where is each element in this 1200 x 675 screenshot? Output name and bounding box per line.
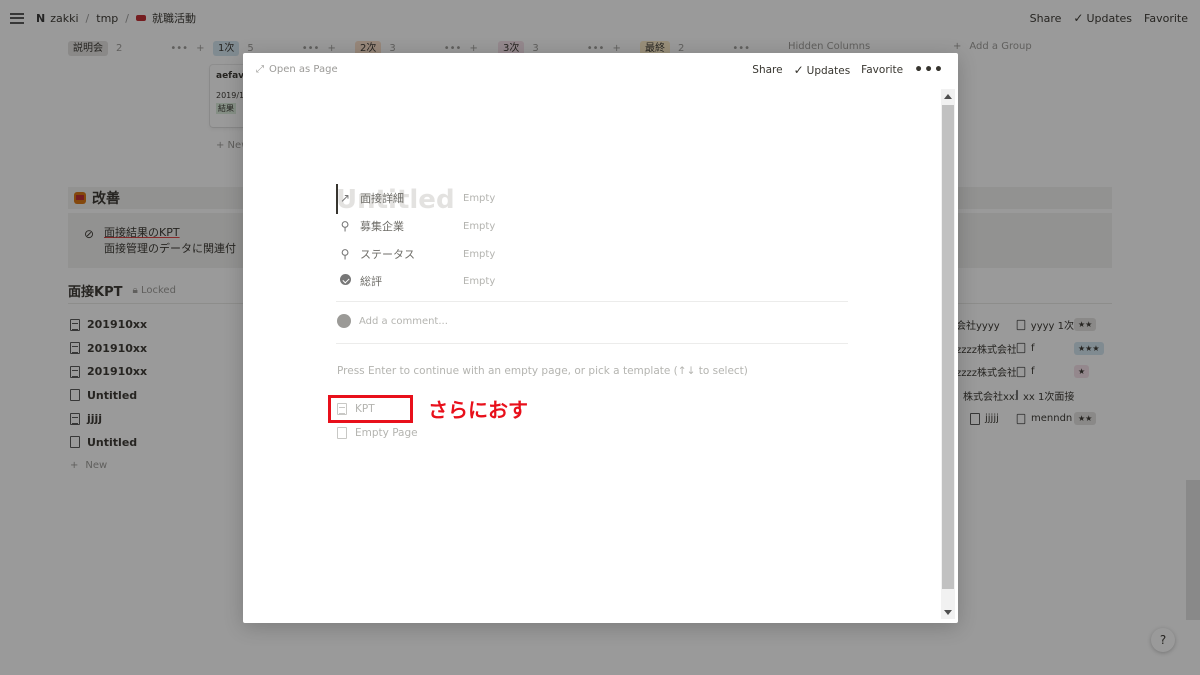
document-icon — [337, 427, 347, 439]
page-peek-modal: ⤢ Open as Page Share ✓ Updates Favorite •… — [243, 53, 958, 623]
page-scrollbar[interactable] — [1186, 480, 1200, 620]
scroll-down-icon[interactable] — [944, 610, 952, 615]
highlight-box — [328, 395, 413, 423]
modal-scrollbar-thumb[interactable] — [942, 105, 954, 589]
favorite-button[interactable]: Favorite — [861, 64, 903, 76]
property-value[interactable]: Empty — [463, 193, 495, 204]
modal-header: ⤢ Open as Page Share ✓ Updates Favorite •… — [243, 53, 958, 87]
updates-label: Updates — [806, 65, 851, 77]
modal-actions: Share ✓ Updates Favorite ••• — [752, 63, 944, 77]
arrow-icon: ↗ — [339, 191, 351, 205]
property-row[interactable]: 総評 Empty — [339, 271, 539, 291]
property-name: 総評 — [360, 275, 382, 288]
template-label: Empty Page — [355, 427, 418, 439]
property-name: ステータス — [360, 248, 415, 261]
property-name: 募集企業 — [360, 220, 404, 233]
expand-icon: ⤢ — [256, 64, 264, 75]
search-icon: ⚲ — [340, 247, 350, 261]
template-empty-page[interactable]: Empty Page — [337, 423, 418, 443]
updates-button[interactable]: ✓ Updates — [794, 63, 851, 77]
property-value[interactable]: Empty — [463, 221, 495, 232]
open-as-page-button[interactable]: ⤢ Open as Page — [256, 64, 338, 75]
property-value[interactable]: Empty — [463, 249, 495, 260]
formula-icon — [339, 274, 351, 288]
comment-input[interactable]: Add a comment... — [337, 314, 448, 328]
property-value[interactable]: Empty — [463, 276, 495, 287]
property-name: 面接詳細 — [360, 192, 404, 205]
template-hint: Press Enter to continue with an empty pa… — [337, 365, 748, 377]
search-icon: ⚲ — [340, 219, 350, 233]
more-options-icon[interactable]: ••• — [914, 63, 944, 77]
annotation-text: さらにおす — [428, 398, 528, 422]
property-row[interactable]: ↗ 面接詳細 Empty — [339, 188, 539, 208]
divider — [336, 343, 848, 344]
comment-placeholder: Add a comment... — [359, 315, 448, 327]
avatar — [337, 314, 351, 328]
open-as-page-label: Open as Page — [269, 64, 338, 75]
property-row[interactable]: ⚲ 募集企業 Empty — [339, 216, 539, 236]
share-button[interactable]: Share — [752, 64, 782, 76]
check-icon: ✓ — [793, 63, 804, 77]
scroll-up-icon[interactable] — [944, 94, 952, 99]
divider — [336, 301, 848, 302]
property-row[interactable]: ⚲ ステータス Empty — [339, 244, 539, 264]
